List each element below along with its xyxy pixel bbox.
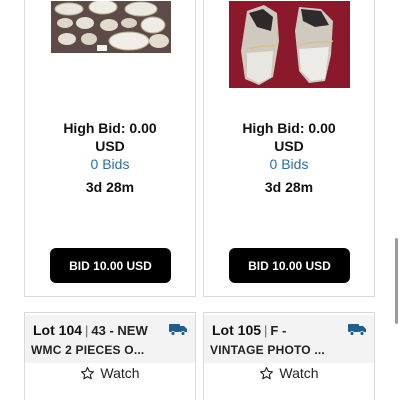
watch-label: Watch [279, 365, 319, 381]
lot-title-line1: 43 - NEW [91, 322, 148, 338]
truck-icon [169, 324, 187, 336]
star-outline-icon [260, 366, 274, 379]
lot-card-shoes[interactable]: High Bid: 0.00 USD 0 Bids 3d 28m BID 10.… [203, 0, 375, 297]
currency-label: USD [95, 138, 125, 154]
bids-count-link[interactable]: 0 Bids [25, 155, 195, 173]
watch-label: Watch [100, 365, 140, 381]
lot-card-dishes[interactable]: High Bid: 0.00 USD 0 Bids 3d 28m BID 10.… [24, 0, 196, 297]
lot-separator: | [85, 322, 89, 338]
lot-image-shoes[interactable] [229, 1, 350, 88]
lot-header[interactable]: Lot 105 | F - [212, 321, 368, 339]
truck-icon [348, 324, 366, 336]
lot-title-line1: F - [270, 322, 287, 338]
shoes-photo-graphic [229, 1, 350, 88]
time-left: 3d 28m [85, 179, 135, 195]
lot-separator: | [264, 322, 268, 338]
lot-title-line2[interactable]: WMC 2 PIECES O... [31, 343, 179, 357]
lot-number: Lot 105 [212, 322, 262, 338]
lot-number: Lot 104 [33, 322, 83, 338]
bid-button[interactable]: BID 10.00 USD [229, 248, 350, 283]
lot-card-104[interactable]: Lot 104 | 43 - NEW WMC 2 PIECES O... Wat… [24, 312, 196, 400]
watch-button[interactable]: Watch [204, 365, 374, 381]
bid-info: High Bid: 0.00 USD 0 Bids 3d 28m [204, 119, 374, 195]
lot-header[interactable]: Lot 104 | 43 - NEW [33, 321, 189, 339]
lot-title-line2[interactable]: VINTAGE PHOTO ... [210, 343, 358, 357]
lot-image-dishes[interactable] [51, 1, 171, 53]
bid-button[interactable]: BID 10.00 USD [50, 248, 171, 283]
time-left: 3d 28m [264, 179, 314, 195]
bids-count-link[interactable]: 0 Bids [204, 155, 374, 173]
star-outline-icon [81, 366, 95, 379]
lot-card-105[interactable]: Lot 105 | F - VINTAGE PHOTO ... Watch [203, 312, 375, 400]
dishes-photo-graphic [51, 1, 171, 53]
high-bid-label: High Bid: 0.00 [63, 120, 157, 136]
currency-label: USD [274, 138, 304, 154]
scrollbar[interactable] [395, 238, 398, 324]
bid-info: High Bid: 0.00 USD 0 Bids 3d 28m [25, 119, 195, 195]
high-bid-label: High Bid: 0.00 [242, 120, 336, 136]
watch-button[interactable]: Watch [25, 365, 195, 381]
